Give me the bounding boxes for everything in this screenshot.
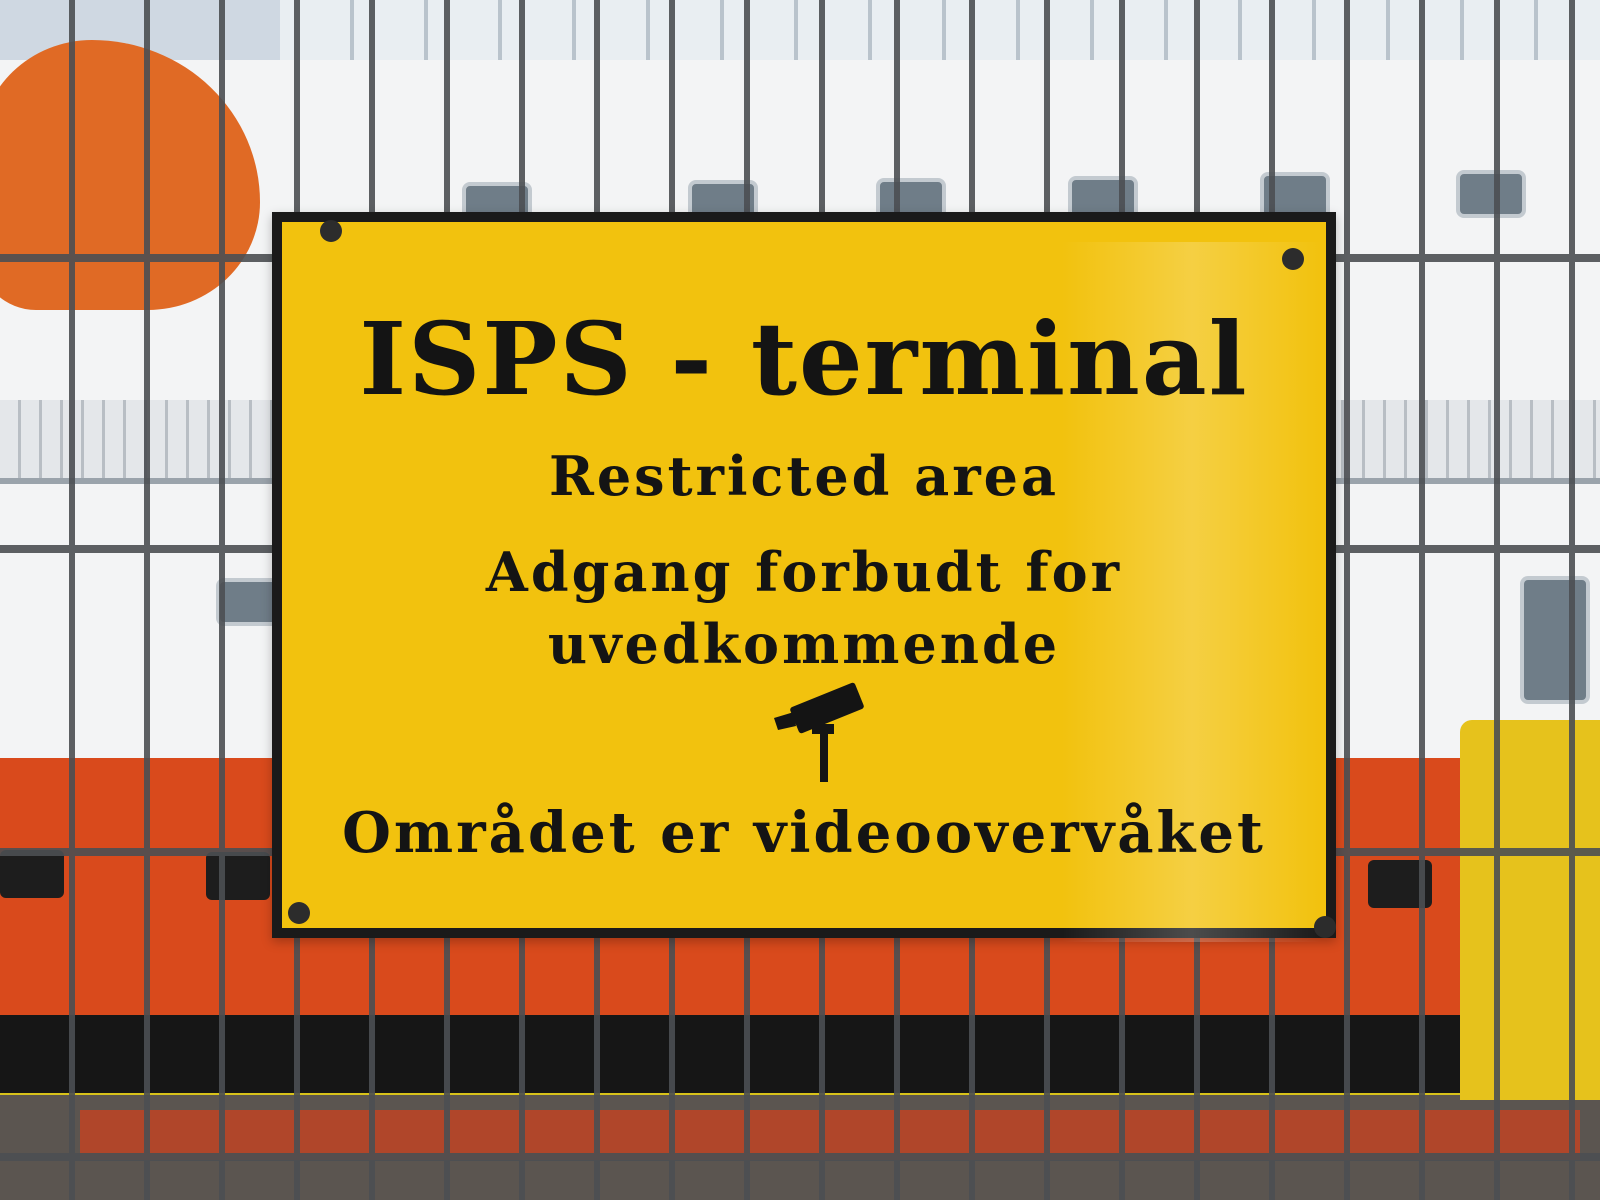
- sign-bolt: [320, 220, 342, 242]
- photo-scene: ISPS - terminal Restricted area Adgang f…: [0, 0, 1600, 1200]
- sign-bolt: [1282, 248, 1304, 270]
- cctv-camera-icon: [768, 680, 878, 790]
- sign-subtitle: Restricted area: [548, 444, 1060, 508]
- sign-title: ISPS - terminal: [359, 300, 1249, 418]
- sign-line-1: Adgang forbudt for: [485, 540, 1123, 604]
- sign-bolt: [288, 902, 310, 924]
- sign-bolt: [1314, 916, 1336, 938]
- sign-line-2: uvedkommende: [547, 612, 1061, 676]
- sign-footer: Området er videoovervåket: [342, 800, 1266, 866]
- isps-warning-sign: ISPS - terminal Restricted area Adgang f…: [272, 212, 1336, 942]
